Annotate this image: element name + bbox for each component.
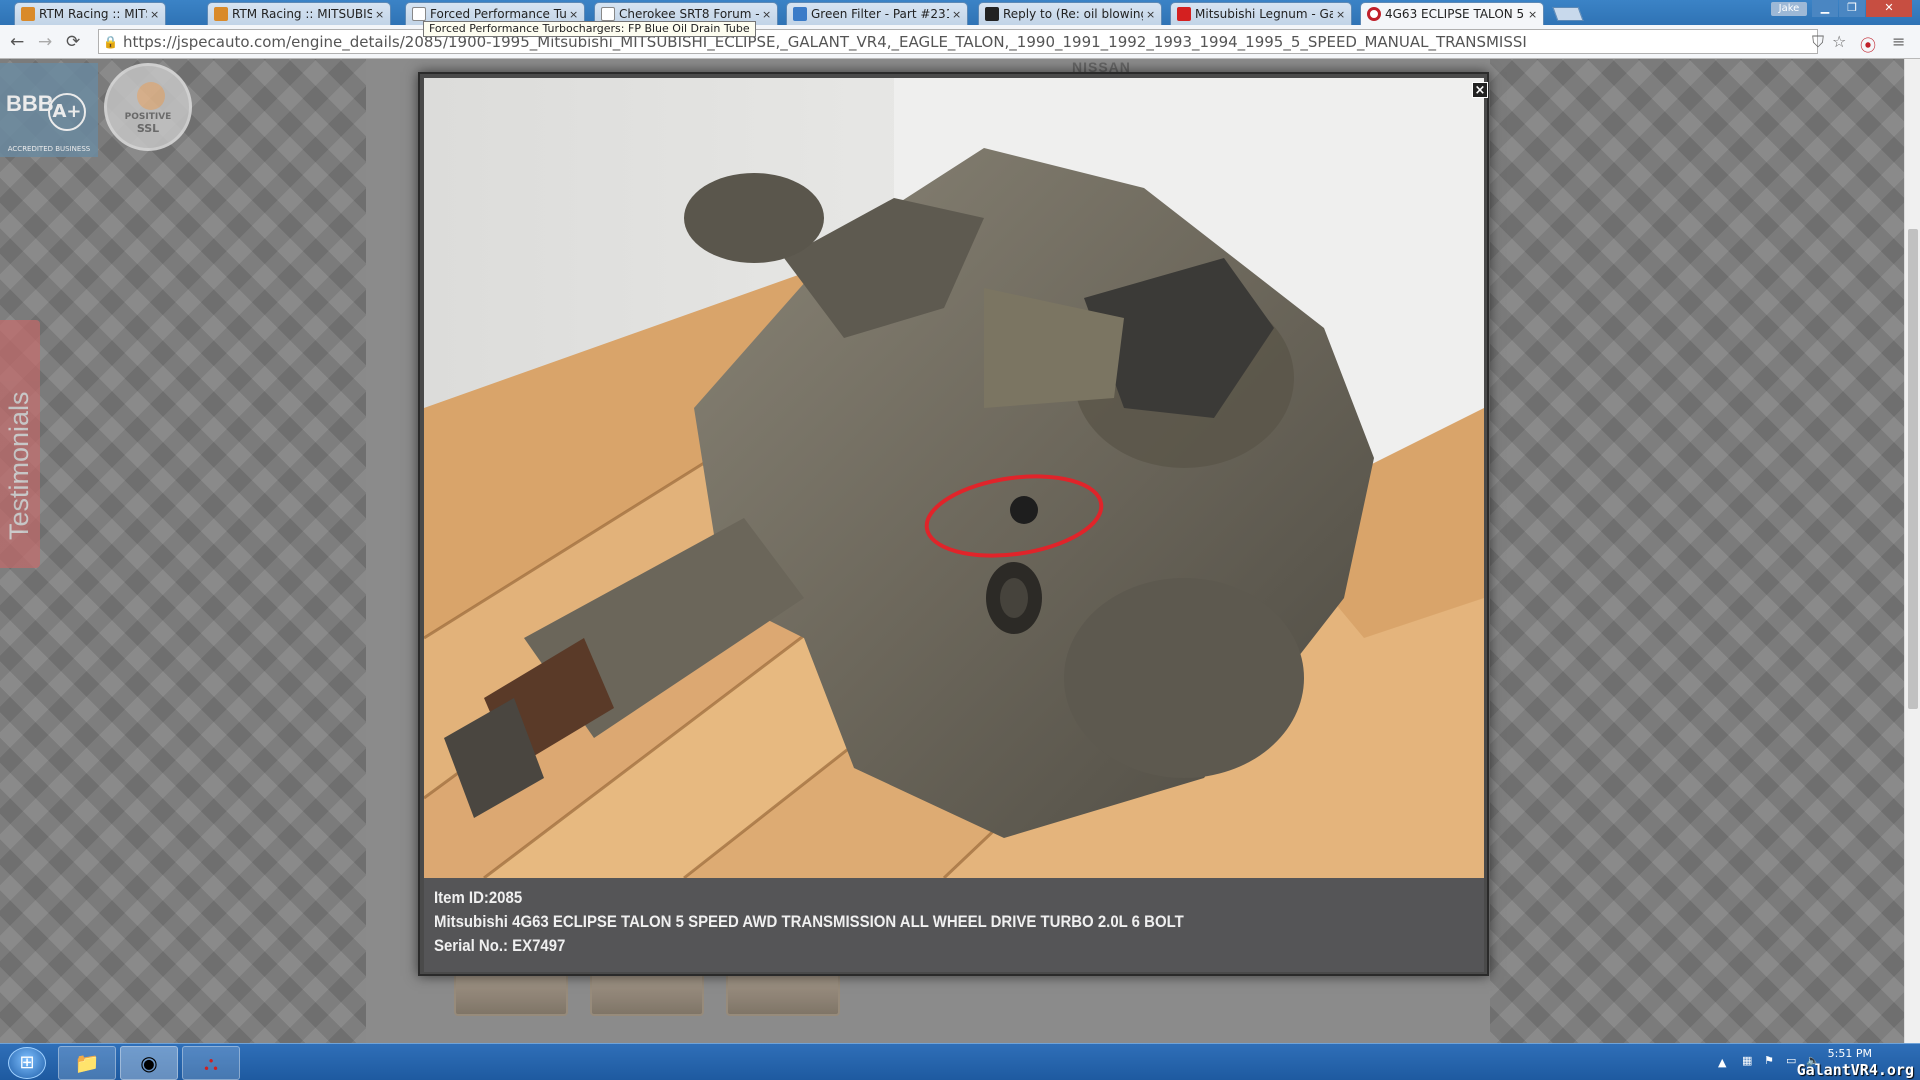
thumbnail[interactable] bbox=[454, 972, 568, 1016]
flag-icon[interactable]: ⚑ bbox=[1764, 1054, 1774, 1067]
profile-button[interactable]: Jake bbox=[1771, 2, 1807, 16]
browser-tab-active[interactable]: 4G63 ECLIPSE TALON 5 S × bbox=[1360, 2, 1544, 25]
close-window-icon[interactable]: ✕ bbox=[1866, 0, 1912, 17]
extension-record-icon[interactable]: ⦿ bbox=[1860, 32, 1876, 56]
rtm-favicon-icon bbox=[21, 7, 35, 21]
thumbnail[interactable] bbox=[726, 972, 840, 1016]
network-icon[interactable]: ▦ bbox=[1742, 1054, 1752, 1067]
tab-close-icon[interactable]: × bbox=[1336, 8, 1346, 21]
item-id: Item ID:2085 bbox=[434, 888, 523, 907]
tab-title: Forced Performance Turb bbox=[430, 7, 566, 21]
browser-toolbar: ← → ⟳ 🔒 https://jspecauto.com/engine_det… bbox=[0, 25, 1920, 59]
maximize-icon[interactable]: ❐ bbox=[1839, 0, 1865, 17]
windows-taskbar: ⊞ 📁 ◉ ⛬ ▲ ▦ ⚑ ▭ 🔈 5:51 PM GalantVR4.org bbox=[0, 1043, 1920, 1080]
tab-close-icon[interactable]: × bbox=[762, 8, 772, 21]
item-title: Mitsubishi 4G63 ECLIPSE TALON 5 SPEED AW… bbox=[434, 912, 1184, 931]
tab-close-icon[interactable]: × bbox=[569, 8, 579, 21]
testimonials-label: Testimonials bbox=[4, 391, 34, 540]
acrobat-icon[interactable]: ⛬ bbox=[182, 1046, 240, 1080]
transmission-photo bbox=[424, 78, 1484, 878]
browser-tab[interactable]: Reply to (Re: oil blowing c × bbox=[978, 2, 1162, 25]
watermark-text: GalantVR4.org bbox=[1796, 1061, 1914, 1079]
tab-close-icon[interactable]: × bbox=[1146, 8, 1156, 21]
tab-strip: RTM Racing :: MITSUBISHI × RTM Racing ::… bbox=[0, 0, 1920, 25]
testimonials-tab[interactable]: Testimonials bbox=[0, 320, 40, 568]
browser-tab[interactable]: Mitsubishi Legnum - Gala × bbox=[1170, 2, 1352, 25]
close-modal-icon[interactable]: × bbox=[1472, 82, 1488, 98]
page-favicon-icon bbox=[412, 7, 426, 21]
image-caption: Item ID:2085 Mitsubishi 4G63 ECLIPSE TAL… bbox=[424, 878, 1484, 972]
browser-tab[interactable]: Green Filter - Part #2311 × bbox=[786, 2, 968, 25]
rtm-favicon-icon bbox=[214, 7, 228, 21]
tab-title: Cherokee SRT8 Forum - I bbox=[619, 7, 759, 21]
tab-close-icon[interactable]: × bbox=[375, 8, 385, 21]
monitor-icon[interactable]: ▭ bbox=[1786, 1054, 1796, 1067]
file-explorer-icon[interactable]: 📁 bbox=[58, 1046, 116, 1080]
product-photo[interactable] bbox=[424, 78, 1484, 878]
chrome-icon[interactable]: ◉ bbox=[120, 1046, 178, 1080]
page-favicon-icon bbox=[601, 7, 615, 21]
tab-title: Green Filter - Part #2311 bbox=[811, 7, 949, 21]
minimize-icon[interactable]: ▁ bbox=[1812, 0, 1838, 17]
serial-number: Serial No.: EX7497 bbox=[434, 936, 566, 955]
back-arrow-icon[interactable]: ← bbox=[10, 32, 24, 52]
lock-icon: 🔒 bbox=[103, 34, 118, 49]
ssl-seal[interactable]: POSITIVE SSL bbox=[104, 63, 192, 151]
tray-expand-icon[interactable]: ▲ bbox=[1718, 1056, 1726, 1069]
reload-icon[interactable]: ⟳ bbox=[66, 32, 80, 52]
tab-title: RTM Racing :: MITSUBISHI bbox=[232, 7, 372, 21]
tab-close-icon[interactable]: × bbox=[1528, 8, 1538, 21]
reply-favicon-icon bbox=[985, 7, 999, 21]
vertical-scrollbar[interactable] bbox=[1904, 59, 1920, 1043]
thumbnail[interactable] bbox=[590, 972, 704, 1016]
address-bar[interactable]: 🔒 https://jspecauto.com/engine_details/2… bbox=[98, 29, 1818, 54]
tab-title: Mitsubishi Legnum - Gala bbox=[1195, 7, 1333, 21]
tab-title: 4G63 ECLIPSE TALON 5 S bbox=[1385, 7, 1525, 21]
bookmark-star-icon[interactable]: ☆ bbox=[1832, 32, 1846, 51]
bbb-label: ACCREDITED BUSINESS bbox=[7, 145, 91, 153]
page-content: NISSAN BBB A+ ACCREDITED BUSINESS POSITI… bbox=[0, 59, 1904, 1043]
bbb-badge[interactable]: BBB A+ ACCREDITED BUSINESS bbox=[0, 63, 98, 157]
tab-title: RTM Racing :: MITSUBISHI bbox=[39, 7, 147, 21]
tab-tooltip: Forced Performance Turbochargers: FP Blu… bbox=[423, 21, 756, 37]
forward-arrow-icon[interactable]: → bbox=[38, 32, 52, 52]
bbb-grade: A+ bbox=[48, 93, 86, 131]
taskbar-clock[interactable]: 5:51 PM bbox=[1828, 1047, 1872, 1060]
url-text: https://jspecauto.com/engine_details/208… bbox=[123, 32, 1527, 51]
ssl-seal-bottom: SSL bbox=[136, 122, 160, 135]
greenfilter-favicon-icon bbox=[793, 7, 807, 21]
tab-close-icon[interactable]: × bbox=[952, 8, 962, 21]
scrollbar-thumb[interactable] bbox=[1908, 229, 1918, 709]
image-lightbox: × Item ID:2085 Mitsubishi 4G63 ECLIPSE T… bbox=[418, 72, 1489, 976]
tab-title: Reply to (Re: oil blowing c bbox=[1003, 7, 1143, 21]
new-tab-button[interactable] bbox=[1552, 7, 1584, 21]
menu-icon[interactable]: ≡ bbox=[1892, 32, 1905, 51]
browser-tab[interactable]: RTM Racing :: MITSUBISHI × bbox=[14, 2, 166, 25]
jspec-favicon-icon bbox=[1367, 7, 1381, 21]
start-button-icon[interactable]: ⊞ bbox=[8, 1047, 46, 1079]
browser-tab[interactable]: RTM Racing :: MITSUBISHI × bbox=[207, 2, 391, 25]
youtube-favicon-icon bbox=[1177, 7, 1191, 21]
ssl-seal-top: POSITIVE bbox=[124, 112, 172, 122]
ssl-seal-icon bbox=[137, 82, 165, 110]
tab-close-icon[interactable]: × bbox=[150, 8, 160, 21]
shield-extension-icon[interactable]: ⛉ bbox=[1812, 32, 1824, 52]
